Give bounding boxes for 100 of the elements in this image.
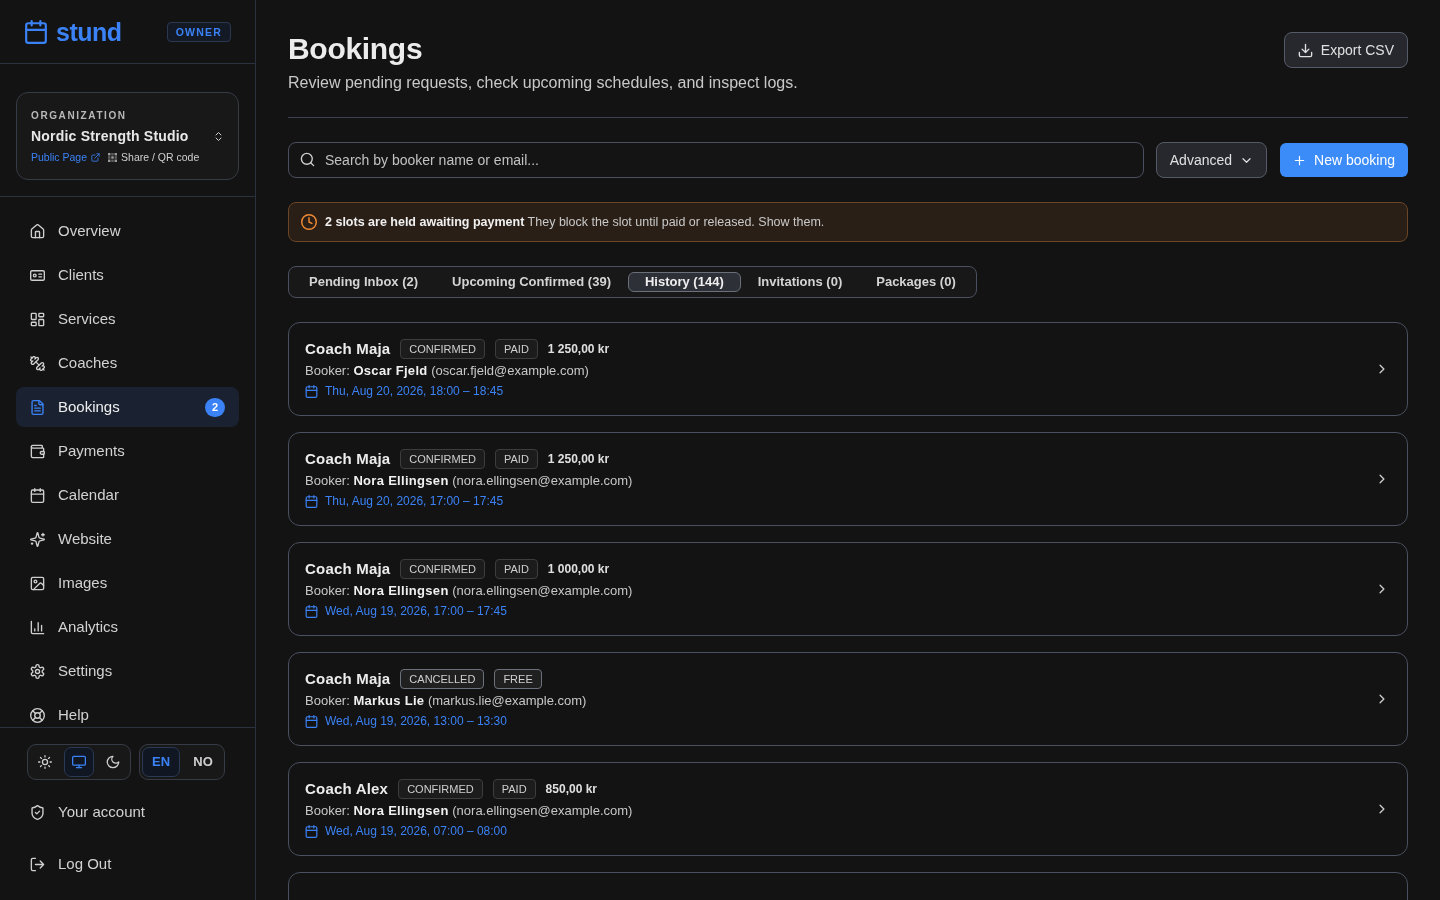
page-title: Bookings [288,31,424,67]
date-time-text: Wed, Aug 19, 2026, 17:00 – 17:45 [325,603,507,619]
nav-item[interactable]: Bookings 2 [16,387,239,427]
status-badge: CONFIRMED [400,559,485,579]
logout-icon [30,856,45,872]
booker-text: Booker: Oscar Fjeld (oscar.fjeld@example.com) [305,362,590,380]
image-icon [30,575,45,591]
external-link-icon [91,152,101,162]
payment-badge: PAID [492,779,536,799]
tab[interactable]: Pending Inbox (2) [292,272,436,292]
nav-item[interactable]: Calendar [16,475,239,515]
nav-item[interactable]: Services [16,299,239,339]
id-card-icon [30,267,45,283]
booking-card[interactable]: Coach Alex CONFIRMED PAID 850,00 kr Booker: Nora Ellingsen (nora.ellingsen@example.com) Wed, Aug 19, 2026, 07:00 – 08:00 [288,762,1408,856]
nav-item[interactable]: Images [16,563,239,603]
date-time-text: Thu, Aug 20, 2026, 17:00 – 17:45 [325,493,504,509]
nav-item[interactable]: Clients [16,255,239,295]
organization-card[interactable]: ORGANIZATION Nordic Strength Studio Public Page Share / QR code [16,92,239,180]
payment-badge: FREE [494,669,542,689]
shield-check-icon [30,804,45,820]
status-badge: CONFIRMED [400,449,485,469]
wallet-icon [30,443,45,459]
nav-item[interactable]: Settings [16,651,239,691]
language-button[interactable]: EN [142,747,180,777]
advanced-filter-button[interactable]: Advanced [1155,142,1268,178]
sparkle-icon [30,531,45,547]
coach-name: Coach Maja [305,339,391,359]
bar-chart-icon [30,619,45,635]
date-time-text: Wed, Aug 19, 2026, 07:00 – 08:00 [325,823,507,839]
plus-icon [1293,153,1307,167]
chevron-up-down-icon[interactable] [213,130,224,142]
tab[interactable]: Invitations (0) [740,272,860,292]
booking-card[interactable]: Coach Maja CANCELLED FREE Booker: Markus Lie (markus.lie@example.com) Wed, Aug 19, 2026, 13:00 – 13:30 [288,652,1408,746]
tab[interactable]: History (144) [627,272,741,292]
home-icon [30,223,45,239]
calendar-icon [305,494,318,508]
booker-text: Booker: Markus Lie (markus.lie@example.com) [305,692,588,710]
amount-text: 1 250,00 kr [547,341,610,358]
calendar-icon [30,487,45,503]
org-name: Nordic Strength Studio [31,127,189,145]
calendar-icon [305,714,318,728]
download-icon [1297,42,1313,58]
booking-card[interactable]: Coach Maja CONFIRMED PAID 1 250,00 kr Booker: Nora Ellingsen (nora.ellingsen@example.com) Thu, Aug 20, 2026, 17:00 – 17:45 [288,432,1408,526]
search-icon [300,152,315,167]
payment-badge: PAID [494,449,538,469]
export-csv-button[interactable]: Export CSV [1283,32,1408,68]
search-field[interactable]: Search by booker name or email... [288,142,1144,178]
date-time-text: Thu, Aug 20, 2026, 18:00 – 18:45 [325,383,504,399]
nav-item[interactable]: Overview [16,211,239,251]
qr-code-icon [108,152,118,162]
nav-item[interactable]: Coaches [16,343,239,383]
coach-name: Coach Maja [305,669,391,689]
monitor-icon [72,755,86,769]
tab[interactable]: Upcoming Confirmed (39) [435,272,628,292]
status-badge: CONFIRMED [398,779,483,799]
dumbbell-icon [30,355,45,371]
calendar-icon [305,824,318,838]
document-icon [30,399,45,415]
coach-name: Coach Maja [305,449,391,469]
warning-text: 2 slots are held awaiting payment They block the slot until paid or released. Show them. [325,213,825,231]
share-qr-link[interactable]: Share / QR code [108,150,200,164]
status-badge: CONFIRMED [400,339,485,359]
payment-badge: PAID [494,559,538,579]
role-badge: OWNER [166,21,231,42]
calendar-logo-icon [24,19,48,44]
coach-name: Coach Maja [305,559,391,579]
brand-name: stund [56,17,122,46]
account-link[interactable]: Your account [16,792,239,832]
nav-item[interactable]: Help [16,695,239,727]
clock-icon [301,214,317,230]
date-time-text: Wed, Aug 19, 2026, 13:00 – 13:30 [325,713,507,729]
calendar-icon [305,384,318,398]
amount-text: 850,00 kr [545,781,597,798]
lifebuoy-icon [30,707,45,723]
booker-text: Booker: Nora Ellingsen (nora.ellingsen@example.com) [305,472,634,490]
booking-card[interactable]: Coach Maja CONFIRMED PAID 1 000,00 kr Booker: Nora Ellingsen (nora.ellingsen@example.com) Wed, Aug 19, 2026, 17:00 – 17:45 [288,542,1408,636]
language-button[interactable]: NO [184,747,222,777]
booker-text: Booker: Nora Ellingsen (nora.ellingsen@example.com) [305,582,634,600]
nav-item[interactable]: Payments [16,431,239,471]
logout-button[interactable]: Log Out [16,844,239,884]
page-subtitle: Review pending requests, check upcoming schedules, and inspect logs. [288,73,798,93]
booker-text: Booker: Nora Ellingsen (nora.ellingsen@example.com) [305,802,634,820]
org-label: ORGANIZATION [31,109,128,123]
moon-icon [106,755,120,769]
calendar-icon [305,604,318,618]
amount-text: 1 000,00 kr [547,561,610,578]
nav-item[interactable]: Analytics [16,607,239,647]
booking-card[interactable]: Coach Maja CONFIRMED PAID 1 250,00 kr Booker: Oscar Fjeld (oscar.fjeld@example.com) Thu, Aug 20, 2026, 18:00 – 18:45 [288,322,1408,416]
tab[interactable]: Packages (0) [859,272,973,292]
public-page-link[interactable]: Public Page [31,150,101,164]
coach-name: Coach Alex [305,779,389,799]
nav-item[interactable]: Website [16,519,239,559]
status-badge: CANCELLED [400,669,485,689]
count-badge: 2 [205,397,225,417]
system-theme-button[interactable] [64,747,94,777]
payment-badge: PAID [494,339,538,359]
grid-icon [30,311,45,327]
settings-icon [30,663,45,679]
amount-text: 1 250,00 kr [547,451,610,468]
sun-icon [38,755,52,769]
